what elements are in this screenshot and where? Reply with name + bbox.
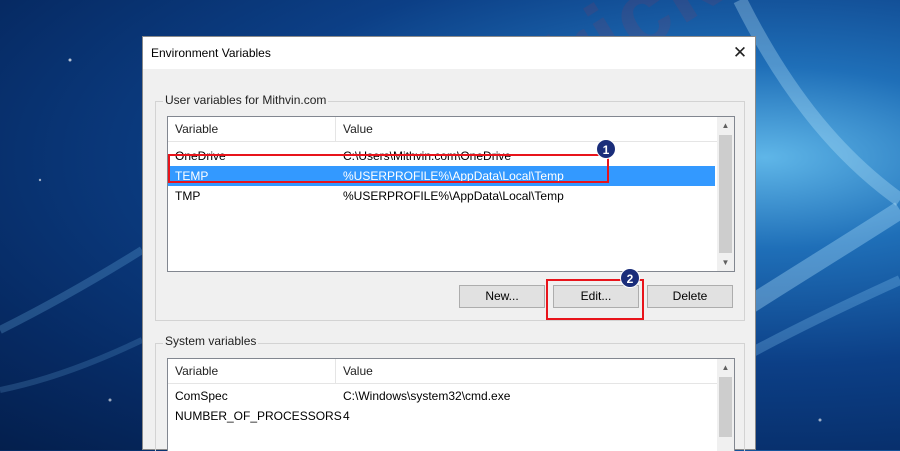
list-item-number-of-processors[interactable]: NUMBER_OF_PROCESSORS 4 bbox=[168, 406, 734, 426]
variable-name: TEMP bbox=[175, 169, 209, 183]
user-list-scrollbar[interactable]: ▲ ▼ bbox=[717, 117, 734, 271]
column-header-value[interactable]: Value bbox=[336, 359, 716, 383]
system-list-scrollbar[interactable]: ▲ bbox=[717, 359, 734, 451]
scroll-down-icon[interactable]: ▼ bbox=[717, 254, 734, 271]
edit-button[interactable]: Edit... bbox=[553, 285, 639, 308]
variable-value: C:\Windows\system32\cmd.exe bbox=[343, 389, 511, 403]
column-header-variable[interactable]: Variable bbox=[168, 359, 336, 383]
variable-name: ComSpec bbox=[175, 389, 228, 403]
user-variables-list[interactable]: Variable Value OneDrive C:\Users\Mithvin… bbox=[167, 116, 735, 272]
step-1-marker: 1 bbox=[596, 139, 616, 159]
list-item-tmp[interactable]: TMP %USERPROFILE%\AppData\Local\Temp bbox=[168, 186, 734, 206]
system-variables-list[interactable]: Variable Value ComSpec C:\Windows\system… bbox=[167, 358, 735, 451]
variable-value: C:\Users\Mithvin.com\OneDrive bbox=[343, 149, 512, 163]
list-item-temp[interactable]: TEMP %USERPROFILE%\AppData\Local\Temp bbox=[168, 166, 715, 186]
scroll-thumb[interactable] bbox=[719, 377, 732, 437]
list-header: Variable Value bbox=[168, 359, 734, 384]
delete-button[interactable]: Delete bbox=[647, 285, 733, 308]
column-header-value[interactable]: Value bbox=[336, 117, 716, 141]
variable-value: %USERPROFILE%\AppData\Local\Temp bbox=[343, 169, 564, 183]
column-header-variable[interactable]: Variable bbox=[168, 117, 336, 141]
scroll-thumb[interactable] bbox=[719, 135, 732, 253]
scroll-up-icon[interactable]: ▲ bbox=[717, 117, 734, 134]
dialog-title: Environment Variables bbox=[151, 46, 271, 60]
new-button[interactable]: New... bbox=[459, 285, 545, 308]
variable-name: NUMBER_OF_PROCESSORS bbox=[175, 409, 342, 423]
close-icon[interactable]: ✕ bbox=[725, 37, 755, 69]
title-bar: Environment Variables ✕ bbox=[143, 37, 755, 69]
variable-name: OneDrive bbox=[175, 149, 226, 163]
list-item-onedrive[interactable]: OneDrive C:\Users\Mithvin.com\OneDrive bbox=[168, 146, 734, 166]
user-variables-label: User variables for Mithvin.com bbox=[163, 93, 329, 107]
step-2-marker: 2 bbox=[620, 268, 640, 288]
variable-value: 4 bbox=[343, 409, 350, 423]
variable-name: TMP bbox=[175, 189, 201, 203]
scroll-up-icon[interactable]: ▲ bbox=[717, 359, 734, 376]
system-variables-label: System variables bbox=[163, 334, 259, 348]
environment-variables-dialog: Environment Variables ✕ User variables f… bbox=[142, 36, 756, 451]
list-header: Variable Value bbox=[168, 117, 734, 142]
list-item-comspec[interactable]: ComSpec C:\Windows\system32\cmd.exe bbox=[168, 386, 734, 406]
variable-value: %USERPROFILE%\AppData\Local\Temp bbox=[343, 189, 564, 203]
